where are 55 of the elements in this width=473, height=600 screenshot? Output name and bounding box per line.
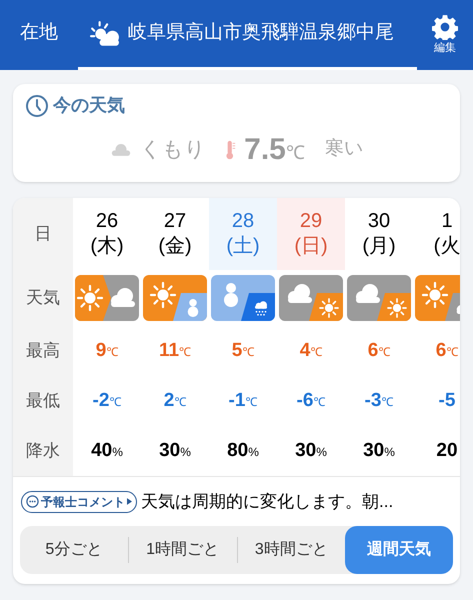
date-text: 26 — [96, 209, 118, 234]
weekday-text: (月) — [362, 234, 396, 259]
value-text: -2℃ — [92, 388, 122, 413]
caret-icon — [127, 498, 132, 505]
section-title: 今の天気 — [53, 94, 125, 117]
date-text: 30 — [368, 209, 390, 234]
comment-text: 天気は周期的に変化します。朝... — [141, 490, 394, 513]
row-label: 最低 — [26, 390, 60, 412]
mode-tab[interactable]: 3時間ごと — [238, 526, 346, 574]
settings-icon — [432, 14, 458, 40]
sun-cloud-icon — [90, 20, 120, 46]
chat-icon — [26, 495, 39, 508]
value-text: 4℃ — [300, 338, 322, 363]
row-label: 日 — [34, 223, 52, 246]
row-label: 天気 — [26, 287, 60, 310]
clock-icon — [25, 94, 49, 118]
thermometer-icon — [226, 138, 236, 160]
date-text: 1 — [441, 209, 453, 234]
value-text: 5℃ — [232, 338, 254, 363]
mode-tab[interactable]: 1時間ごと — [128, 526, 236, 574]
cloud-icon — [110, 143, 132, 156]
value-text: 9℃ — [96, 338, 118, 363]
mode-tab[interactable]: 週間天気 — [345, 526, 453, 574]
location-tab[interactable]: 岐阜県高山市奥飛騨温泉郷中尾 — [78, 0, 417, 70]
date-text: 29 — [300, 209, 322, 234]
mode-tab[interactable]: 5分ごと — [20, 526, 128, 574]
settings-button[interactable]: 編集 — [417, 0, 473, 70]
weekday-text: (木) — [90, 234, 124, 259]
value-text: 40% — [91, 438, 123, 463]
value-text: 20 — [436, 438, 458, 463]
weekday-text: (火 — [434, 234, 460, 259]
value-text: -5 — [438, 388, 456, 413]
weekday-text: (土) — [226, 234, 260, 259]
value-text: 80% — [227, 438, 259, 463]
value-text: -3℃ — [364, 388, 394, 413]
row-label: 最高 — [26, 340, 60, 362]
value-text: 11℃ — [158, 338, 192, 363]
location-tab[interactable]: 在地 — [0, 0, 78, 70]
value-text: 2℃ — [164, 388, 186, 413]
date-text: 28 — [232, 209, 254, 234]
value-text: 30% — [363, 438, 395, 463]
value-text: 6℃ — [368, 338, 390, 363]
value-text: 30% — [295, 438, 327, 463]
value-text: -6℃ — [296, 388, 326, 413]
row-label: 降水 — [26, 440, 60, 462]
condition-text: くもり — [140, 136, 206, 163]
date-text: 27 — [164, 209, 186, 234]
value-text: -1℃ — [228, 388, 258, 413]
feeling-text: 寒い — [324, 137, 363, 162]
forecaster-comment-badge[interactable]: 予報士コメント — [21, 490, 137, 512]
value-text: 6℃ — [436, 338, 458, 363]
weekday-text: (日) — [294, 234, 328, 259]
temperature-text: 7.5℃ — [244, 132, 305, 168]
value-text: 30% — [159, 438, 191, 463]
weekday-text: (金) — [158, 234, 192, 259]
